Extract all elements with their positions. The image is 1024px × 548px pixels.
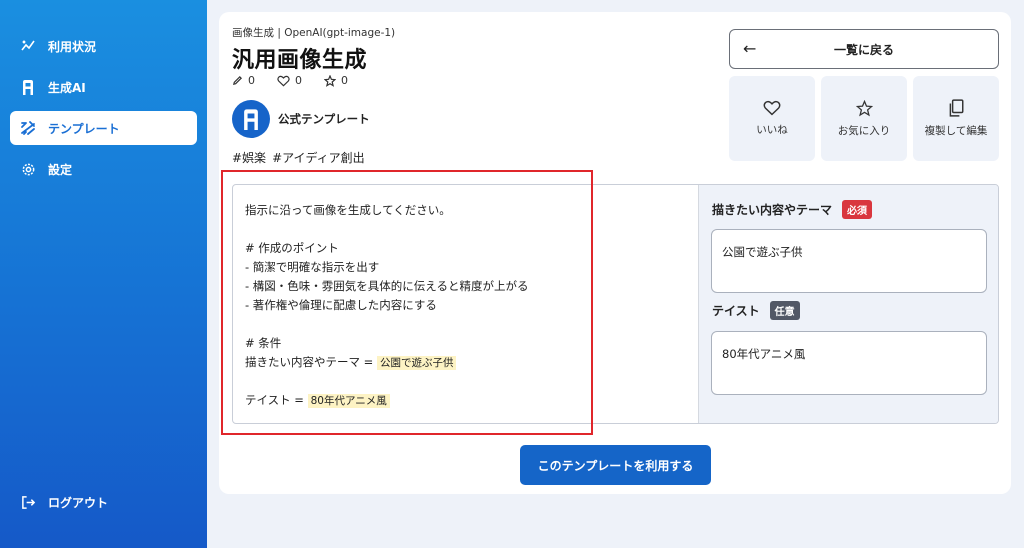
back-to-list-label: 一覧に戻る	[833, 42, 894, 57]
star-icon	[855, 99, 873, 116]
sidebar-item-generative-ai[interactable]: 生成AI	[10, 70, 197, 104]
prompt-line: 指示に沿って画像を生成してください。	[245, 203, 451, 217]
template-grid-icon	[20, 120, 36, 136]
author-name: 公式テンプレート	[278, 112, 370, 126]
sidebar-item-settings[interactable]: 設定	[10, 152, 197, 186]
required-badge: 必須	[842, 200, 873, 219]
prompt-line: # 作成のポイント	[245, 241, 339, 255]
star-icon	[324, 74, 336, 87]
sidebar-item-label: テンプレート	[48, 121, 120, 136]
sidebar-item-template[interactable]: テンプレート	[10, 111, 197, 145]
theme-label-text: 描きたい内容やテーマ	[712, 203, 833, 217]
prompt-var-highlight: 80年代アニメ風	[307, 394, 390, 408]
copy-icon	[949, 99, 964, 117]
edit-count-value: 0	[248, 74, 255, 87]
tag[interactable]: #娯楽	[232, 151, 266, 165]
prompt-var-highlight: 公園で遊ぶ子供	[376, 356, 457, 370]
taste-label-text: テイスト	[712, 304, 760, 318]
optional-badge: 任意	[769, 301, 800, 320]
taste-label: テイスト 任意	[712, 301, 800, 320]
favorite-count: 0	[324, 74, 348, 87]
like-count-value: 0	[295, 74, 302, 87]
edit-count: 0	[232, 74, 255, 87]
prompt-var-label: 描きたい内容やテーマ =	[245, 355, 377, 369]
logout-button[interactable]: ログアウト	[10, 485, 197, 519]
sidebar-item-label: 生成AI	[48, 80, 86, 95]
prompt-line: テイスト = 80年代アニメ風	[245, 391, 686, 410]
theme-label: 描きたい内容やテーマ 必須	[712, 200, 873, 219]
sidebar: 利用状況 生成AI テンプレート 設定 ログアウト	[0, 0, 207, 548]
template-panel: 指示に沿って画像を生成してください。 # 作成のポイント - 簡潔で明確な指示を…	[232, 184, 999, 424]
favorite-count-value: 0	[341, 74, 348, 87]
taste-input[interactable]: 80年代アニメ風	[711, 331, 987, 395]
template-detail-card: 画像生成 | OpenAI(gpt-image-1) 汎用画像生成 0 0 0 …	[219, 12, 1011, 494]
prompt-line: - 構図・色味・雰囲気を具体的に伝えると精度が上がる	[245, 279, 529, 293]
like-button[interactable]: いいね	[729, 76, 815, 161]
pencil-icon	[233, 75, 243, 85]
prompt-var-label: テイスト =	[245, 393, 308, 407]
like-count: 0	[277, 74, 302, 87]
logout-label: ログアウト	[48, 495, 109, 510]
use-template-button[interactable]: このテンプレートを利用する	[520, 445, 711, 485]
theme-input[interactable]: 公園で遊ぶ子供	[711, 229, 987, 293]
sidebar-item-label: 利用状況	[48, 39, 97, 54]
sidebar-item-usage[interactable]: 利用状況	[10, 29, 197, 63]
prompt-line: # 条件	[245, 336, 282, 350]
prompt-line: 描きたい内容やテーマ = 公園で遊ぶ子供	[245, 353, 686, 372]
duplicate-edit-button[interactable]: 複製して編集	[913, 76, 999, 161]
prompt-line: - 著作権や倫理に配慮した内容にする	[245, 298, 437, 312]
page-title: 汎用画像生成	[232, 48, 368, 73]
gear-icon	[20, 161, 36, 177]
prompt-line: - 簡潔で明確な指示を出す	[245, 260, 380, 274]
favorite-label: お気に入り	[837, 124, 891, 137]
arrow-left-icon: ←	[743, 39, 757, 58]
favorite-button[interactable]: お気に入り	[821, 76, 907, 161]
logo-a-icon	[244, 109, 258, 130]
sidebar-item-label: 設定	[48, 162, 73, 177]
prompt-preview: 指示に沿って画像を生成してください。 # 作成のポイント - 簡潔で明確な指示を…	[233, 185, 698, 423]
duplicate-edit-label: 複製して編集	[924, 125, 988, 137]
heart-icon	[277, 75, 290, 86]
avatar	[232, 100, 270, 138]
logout-icon	[20, 494, 36, 510]
variable-form: 描きたい内容やテーマ 必須 公園で遊ぶ子供 テイスト 任意 80年代アニメ風	[698, 185, 998, 423]
tag[interactable]: #アイディア創出	[272, 151, 365, 165]
tag-list: #娯楽 #アイディア創出	[232, 149, 371, 166]
breadcrumb: 画像生成 | OpenAI(gpt-image-1)	[232, 27, 396, 39]
chart-line-icon	[20, 38, 36, 54]
logo-a-icon	[20, 79, 36, 95]
heart-icon	[763, 100, 781, 116]
template-stats: 0 0 0	[232, 74, 370, 87]
like-label: いいね	[756, 124, 788, 136]
back-to-list-button[interactable]: ← 一覧に戻る	[729, 29, 999, 69]
author: 公式テンプレート	[232, 100, 370, 138]
